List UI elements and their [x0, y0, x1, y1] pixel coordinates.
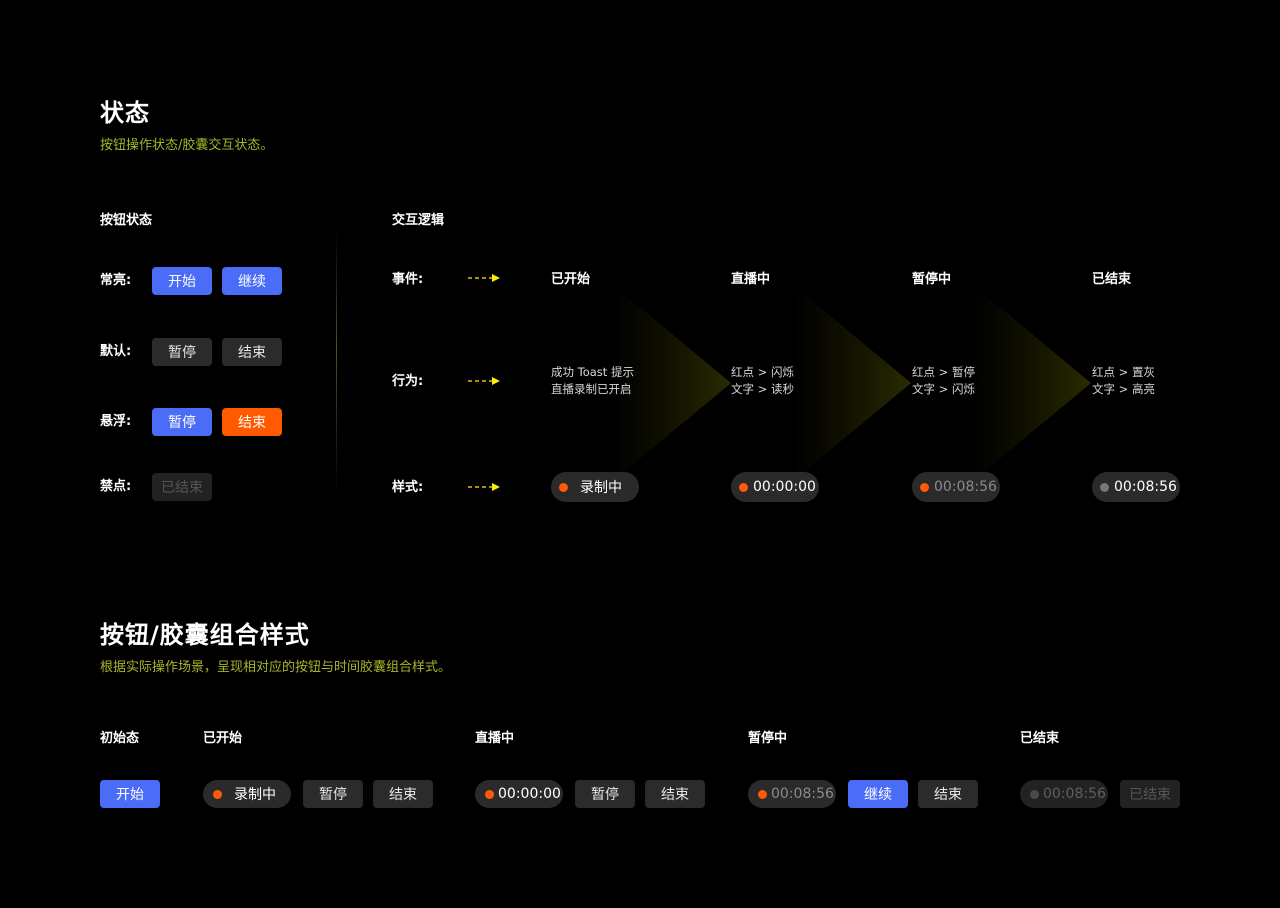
state-label-default: 默认: [100, 344, 132, 359]
pause-button-hover[interactable]: 暂停 [152, 408, 212, 436]
behavior-line: 直播录制已开启 [551, 382, 632, 396]
start-button-primary[interactable]: 开始 [152, 267, 212, 295]
pill-text: 录制中 [234, 787, 276, 803]
pill-text: 00:08:56 [934, 479, 997, 495]
end-button-default[interactable]: 结束 [222, 338, 282, 366]
behavior-line: 文字 > 高亮 [1092, 382, 1155, 396]
timer-pill-ended[interactable]: 00:08:56 [1092, 472, 1180, 502]
end-button[interactable]: 结束 [918, 780, 978, 808]
event-live: 直播中 [731, 272, 771, 287]
record-dot-icon [1100, 482, 1109, 492]
state-label-always-on: 常亮: [100, 273, 132, 288]
event-paused: 暂停中 [912, 272, 952, 287]
timer-pill-live[interactable]: 00:00:00 [475, 780, 563, 808]
pill-text: 00:08:56 [1043, 786, 1106, 802]
ended-button-disabled: 已结束 [1120, 780, 1180, 808]
flow-arrow-shape [793, 285, 911, 481]
behavior-line: 红点 > 暂停 [912, 365, 975, 379]
pause-button-default[interactable]: 暂停 [152, 338, 212, 366]
section-subtitle-states: 按钮操作状态/胶囊交互状态。 [100, 138, 274, 153]
behavior-line: 红点 > 闪烁 [731, 365, 794, 379]
start-button[interactable]: 开始 [100, 780, 160, 808]
record-dot-icon [559, 482, 568, 492]
combo-heading-ended: 已结束 [1020, 731, 1060, 746]
dashed-arrow-icon [468, 483, 500, 491]
button-states-heading: 按钮状态 [100, 213, 153, 228]
combo-heading-initial: 初始态 [100, 731, 140, 746]
record-dot-icon [920, 482, 929, 492]
behavior-line: 文字 > 闪烁 [912, 382, 975, 396]
row-label-behavior: 行为: [392, 374, 424, 389]
section-subtitle-combos: 根据实际操作场景，呈现相对应的按钮与时间胶囊组合样式。 [100, 660, 452, 675]
flow-arrow-shape [973, 285, 1091, 481]
behavior-line: 成功 Toast 提示 [551, 365, 634, 379]
behavior-line: 文字 > 读秒 [731, 382, 794, 396]
dashed-arrow-icon [468, 377, 500, 385]
row-label-style: 样式: [392, 480, 424, 495]
interaction-logic-heading: 交互逻辑 [392, 213, 445, 228]
row-label-event: 事件: [392, 272, 424, 287]
behavior-paused: 红点 > 暂停 文字 > 闪烁 [912, 364, 975, 398]
pill-text: 00:00:00 [498, 786, 561, 802]
behavior-line: 红点 > 置灰 [1092, 365, 1155, 379]
end-button-hover[interactable]: 结束 [222, 408, 282, 436]
timer-pill-paused[interactable]: 00:08:56 [748, 780, 836, 808]
behavior-started: 成功 Toast 提示 直播录制已开启 [551, 364, 634, 398]
end-button[interactable]: 结束 [645, 780, 705, 808]
pause-button[interactable]: 暂停 [303, 780, 363, 808]
recording-pill[interactable]: 录制中 [203, 780, 291, 808]
pill-text: 00:00:00 [753, 479, 816, 495]
pill-text: 录制中 [580, 480, 622, 496]
timer-pill-paused[interactable]: 00:08:56 [912, 472, 1000, 502]
pill-text: 00:08:56 [1114, 479, 1177, 495]
record-dot-icon [213, 789, 222, 799]
record-dot-icon [739, 482, 748, 492]
state-label-hover: 悬浮: [100, 414, 132, 429]
event-ended: 已结束 [1092, 272, 1132, 287]
state-label-disabled: 禁点: [100, 479, 132, 494]
timer-pill-live[interactable]: 00:00:00 [731, 472, 819, 502]
combo-heading-live: 直播中 [475, 731, 515, 746]
record-dot-icon [1030, 789, 1039, 799]
recording-pill[interactable]: 录制中 [551, 472, 639, 502]
section-title-states: 状态 [100, 99, 150, 127]
continue-button-primary[interactable]: 继续 [222, 267, 282, 295]
ended-button-disabled: 已结束 [152, 473, 212, 501]
record-dot-icon [485, 789, 494, 799]
behavior-live: 红点 > 闪烁 文字 > 读秒 [731, 364, 794, 398]
combo-heading-started: 已开始 [203, 731, 243, 746]
section-title-combos: 按钮/胶囊组合样式 [100, 621, 310, 649]
combo-heading-paused: 暂停中 [748, 731, 788, 746]
continue-button[interactable]: 继续 [848, 780, 908, 808]
end-button[interactable]: 结束 [373, 780, 433, 808]
vertical-divider [336, 228, 337, 496]
timer-pill-ended: 00:08:56 [1020, 780, 1108, 808]
pause-button[interactable]: 暂停 [575, 780, 635, 808]
record-dot-icon [758, 789, 767, 799]
behavior-ended: 红点 > 置灰 文字 > 高亮 [1092, 364, 1155, 398]
event-started: 已开始 [551, 272, 591, 287]
dashed-arrow-icon [468, 274, 500, 282]
pill-text: 00:08:56 [771, 786, 834, 802]
